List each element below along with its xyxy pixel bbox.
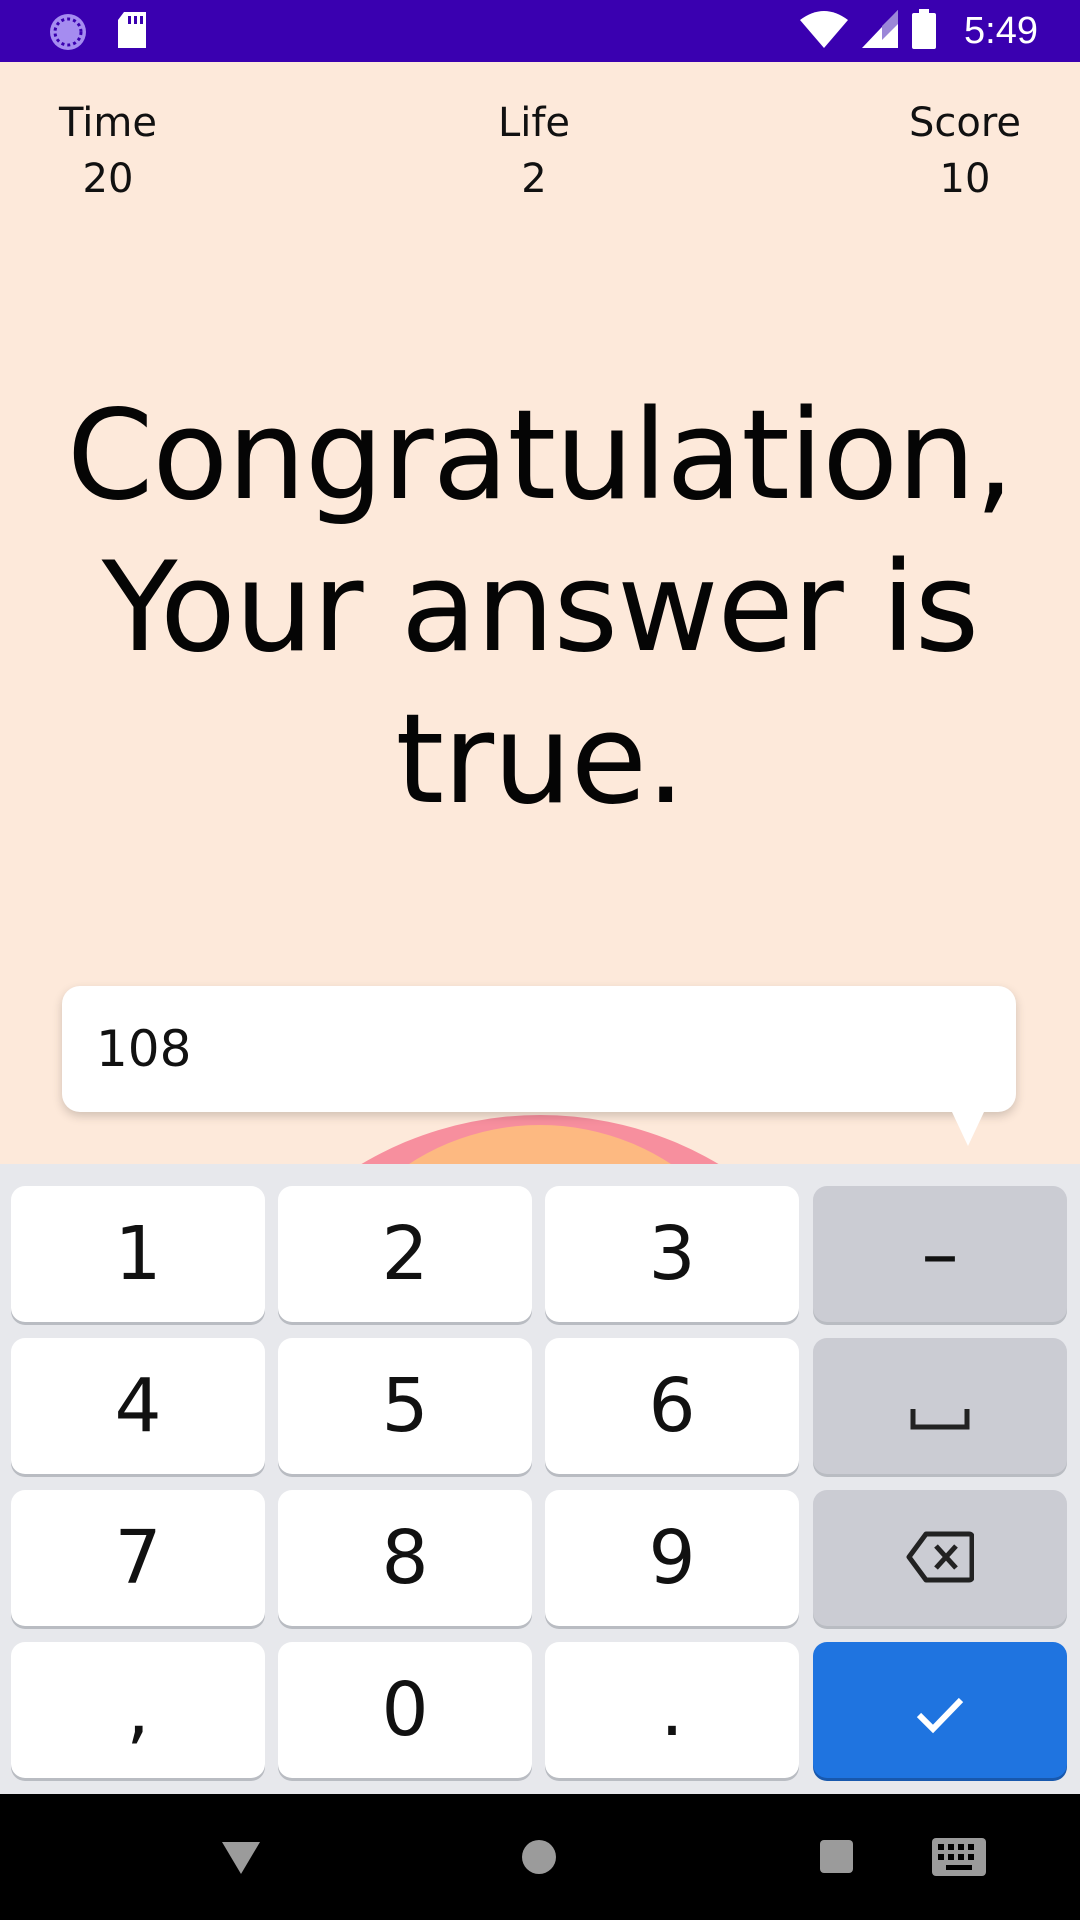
score-stat: Score 10 xyxy=(900,100,1030,202)
key-4[interactable]: 4 xyxy=(11,1338,265,1474)
result-message: Congratulation, Your answer is true. xyxy=(60,380,1020,836)
result-message-line-1: Congratulation, xyxy=(66,384,1014,528)
key-1[interactable]: 1 xyxy=(11,1186,265,1322)
status-time: 5:49 xyxy=(964,9,1038,52)
key-minus[interactable]: – xyxy=(813,1186,1067,1322)
sd-card-icon xyxy=(116,12,148,54)
space-icon xyxy=(910,1363,970,1449)
recents-icon[interactable] xyxy=(820,1840,853,1873)
key-enter-check[interactable] xyxy=(813,1642,1067,1778)
result-message-line-3: true. xyxy=(395,688,686,832)
key-6[interactable]: 6 xyxy=(545,1338,799,1474)
nav-bar xyxy=(0,1794,1080,1920)
key-5[interactable]: 5 xyxy=(278,1338,532,1474)
key-7[interactable]: 7 xyxy=(11,1490,265,1626)
time-value: 20 xyxy=(82,156,134,202)
score-value: 10 xyxy=(939,156,991,202)
key-comma[interactable]: , xyxy=(11,1642,265,1778)
backspace-icon xyxy=(906,1515,975,1601)
key-8[interactable]: 8 xyxy=(278,1490,532,1626)
status-bar: 5:49 xyxy=(0,0,1080,62)
keyboard-icon[interactable] xyxy=(932,1838,986,1880)
life-stat: Life 2 xyxy=(484,100,584,202)
key-space[interactable] xyxy=(813,1338,1067,1474)
key-2[interactable]: 2 xyxy=(278,1186,532,1322)
result-message-line-2: Your answer is xyxy=(101,536,979,680)
loading-circle-icon xyxy=(48,12,88,56)
home-icon[interactable] xyxy=(522,1840,556,1874)
wifi-icon xyxy=(800,10,849,52)
check-icon xyxy=(915,1667,965,1753)
key-0[interactable]: 0 xyxy=(278,1642,532,1778)
key-backspace[interactable] xyxy=(813,1490,1067,1626)
life-label: Life xyxy=(497,100,571,146)
time-label: Time xyxy=(59,100,157,146)
score-label: Score xyxy=(908,100,1022,146)
battery-icon xyxy=(912,9,937,53)
back-icon[interactable] xyxy=(222,1842,260,1874)
key-3[interactable]: 3 xyxy=(545,1186,799,1322)
life-value: 2 xyxy=(521,156,547,202)
time-stat: Time 20 xyxy=(58,100,158,202)
numeric-keyboard: 1 2 3 – 4 5 6 7 8 9 , 0 . xyxy=(0,1164,1080,1794)
cursor-handle[interactable] xyxy=(952,1112,984,1146)
key-9[interactable]: 9 xyxy=(545,1490,799,1626)
answer-input[interactable]: 108 xyxy=(62,986,1016,1112)
cell-signal-icon xyxy=(862,10,899,52)
key-period[interactable]: . xyxy=(545,1642,799,1778)
